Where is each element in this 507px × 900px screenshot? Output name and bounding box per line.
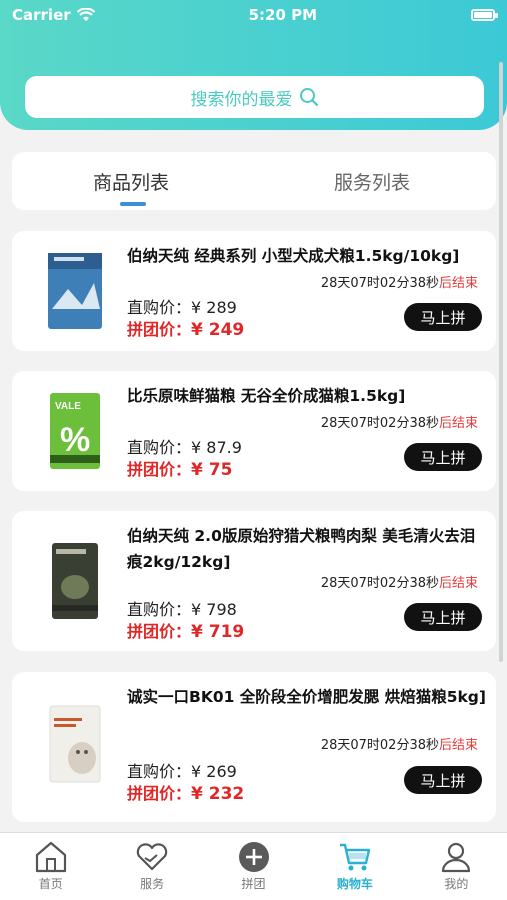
product-card[interactable]: 诚实一口BK01 全阶段全价增肥发腮 烘焙猫粮5kg] 28天07时02分38秒… [12, 672, 496, 822]
scrollbar[interactable] [499, 62, 503, 662]
tabbar-group-buy[interactable]: 拼团 [203, 833, 304, 900]
plus-circle-icon [238, 842, 269, 872]
cart-icon [339, 843, 371, 871]
tab-services[interactable]: 服务列表 [334, 168, 410, 195]
tabbar-home[interactable]: 首页 [0, 833, 101, 900]
product-image [49, 705, 101, 783]
home-icon [35, 841, 66, 873]
direct-price: 直购价：¥ 798 [127, 600, 237, 619]
wifi-icon [76, 8, 95, 21]
bottom-tab-bar: 首页 服务 拼团 购物车 我的 [0, 832, 507, 900]
group-price: 拼团价：¥ 75 [127, 460, 233, 480]
carrier-label: Carrier [12, 6, 71, 24]
product-title: 诚实一口BK01 全阶段全价增肥发腮 烘焙猫粮5kg] [127, 688, 486, 706]
search-input[interactable]: 搜索你的最爱 [25, 76, 484, 118]
battery-icon [471, 9, 498, 21]
svg-text:VALE: VALE [55, 401, 81, 412]
heart-hand-icon [136, 843, 168, 871]
group-price: 拼团价：¥ 232 [127, 784, 245, 804]
tabbar-service[interactable]: 服务 [101, 833, 202, 900]
user-icon [442, 842, 471, 873]
join-group-button[interactable]: 马上拼 [404, 603, 482, 631]
product-image [48, 253, 102, 329]
search-placeholder: 搜索你的最爱 [190, 89, 293, 110]
product-card[interactable]: 伯纳天纯 2.0版原始狩猎犬粮鸭肉梨 美毛清火去泪痕2kg/12kg] 28天0… [12, 511, 496, 651]
product-card[interactable]: VALE % 比乐原味鲜猫粮 无谷全价成猫粮1.5kg] 28天07时02分38… [12, 371, 496, 491]
product-title: 伯纳天纯 2.0版原始狩猎犬粮鸭肉梨 美毛清火去泪痕2kg/12kg] [127, 527, 476, 571]
countdown: 28天07时02分38秒后结束 [320, 276, 478, 291]
countdown: 28天07时02分38秒后结束 [320, 738, 478, 753]
countdown: 28天07时02分38秒后结束 [320, 416, 478, 431]
group-price: 拼团价：¥ 249 [127, 320, 245, 340]
search-icon [299, 88, 318, 107]
product-card[interactable]: 伯纳天纯 经典系列 小型犬成犬粮1.5kg/10kg] 28天07时02分38秒… [12, 231, 496, 351]
join-group-button[interactable]: 马上拼 [404, 766, 482, 794]
join-group-button[interactable]: 马上拼 [404, 303, 482, 331]
join-group-button[interactable]: 马上拼 [404, 443, 482, 471]
status-bar: Carrier 5:20 PM [0, 0, 507, 30]
product-title: 比乐原味鲜猫粮 无谷全价成猫粮1.5kg] [127, 387, 406, 405]
tabbar-cart[interactable]: 购物车 [304, 833, 405, 900]
tabbar-profile[interactable]: 我的 [406, 833, 507, 900]
svg-text:%: % [60, 421, 90, 459]
active-tab-indicator [120, 202, 146, 206]
status-time: 5:20 PM [248, 6, 318, 24]
direct-price: 直购价：¥ 269 [127, 762, 237, 781]
direct-price: 直购价：¥ 289 [127, 298, 237, 317]
product-title: 伯纳天纯 经典系列 小型犬成犬粮1.5kg/10kg] [127, 247, 460, 265]
product-image [52, 543, 98, 619]
tab-products[interactable]: 商品列表 [93, 168, 169, 195]
list-tabs: 商品列表 服务列表 [12, 152, 496, 210]
product-image: VALE % [50, 393, 100, 469]
group-price: 拼团价：¥ 719 [127, 622, 245, 642]
direct-price: 直购价：¥ 87.9 [127, 438, 242, 457]
countdown: 28天07时02分38秒后结束 [320, 576, 478, 591]
